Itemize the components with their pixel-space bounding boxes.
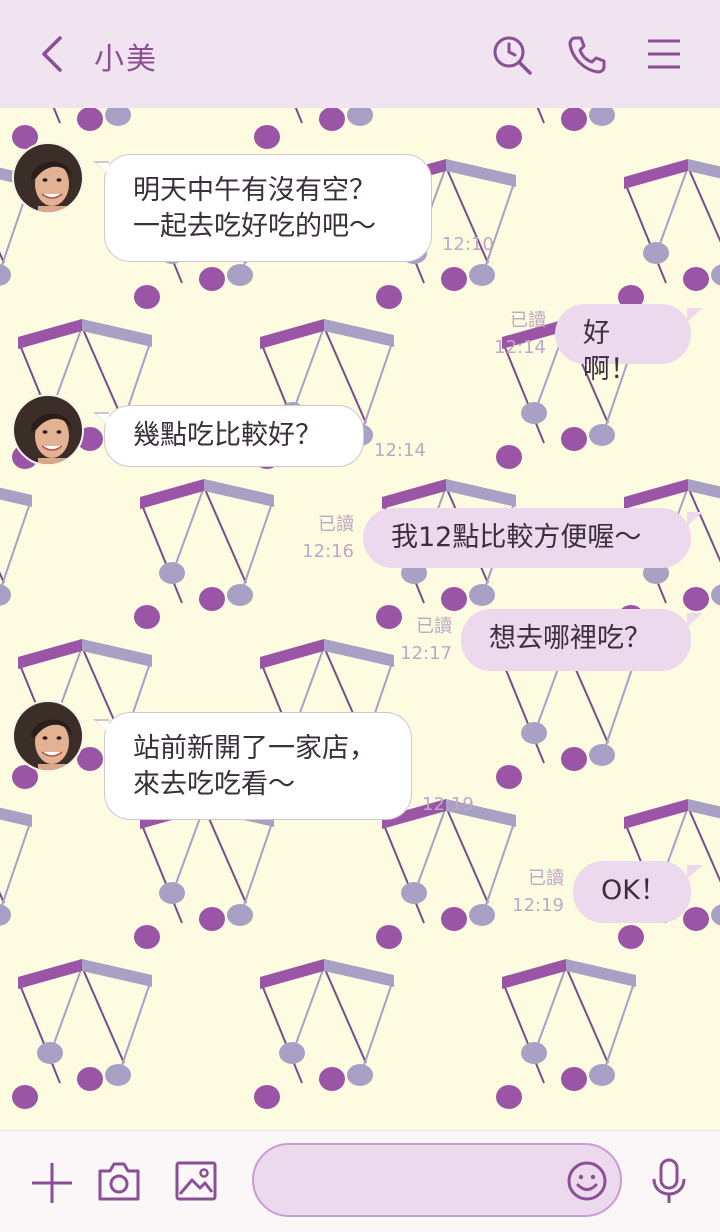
contact-name: 小美 [94, 42, 158, 77]
music-note-decoration [0, 807, 32, 926]
message-bubble-incoming[interactable]: 明天中午有沒有空？ 一起去吃好吃的吧～ [93, 154, 432, 262]
message-time: 12:19 [422, 794, 474, 815]
music-note-decoration [12, 959, 152, 1109]
music-note-decoration [618, 159, 720, 309]
menu-icon[interactable] [646, 36, 682, 72]
chat-header: 小美 [0, 0, 720, 108]
plus-icon[interactable] [30, 1161, 74, 1205]
avatar[interactable] [12, 394, 84, 466]
back-chevron-icon[interactable] [36, 34, 70, 74]
message-time: 12:16 [302, 541, 354, 562]
message-bubble-outgoing[interactable]: 好啊！ [555, 304, 703, 385]
message-bubble-outgoing[interactable]: 我12點比較方便喔～ [363, 508, 703, 568]
music-note-decoration [496, 959, 636, 1109]
camera-icon[interactable] [96, 1159, 142, 1203]
emoji-icon[interactable] [566, 1160, 608, 1202]
read-receipt: 已讀 [528, 868, 564, 889]
read-receipt: 已讀 [416, 616, 452, 637]
avatar[interactable] [12, 700, 84, 772]
message-time: 12:14 [494, 337, 546, 358]
music-note-decoration [254, 108, 373, 149]
message-time: 12:14 [374, 440, 426, 461]
read-receipt: 已讀 [318, 514, 354, 535]
music-note-decoration [134, 799, 274, 949]
music-note-decoration [496, 108, 615, 149]
music-note-decoration [376, 799, 516, 949]
message-bubble-outgoing[interactable]: OK！ [573, 861, 703, 923]
message-bubble-incoming[interactable]: 幾點吃比較好？ [93, 405, 364, 467]
message-bubble-incoming[interactable]: 站前新開了一家店， 來去吃吃看～ [93, 712, 412, 820]
chat-area[interactable]: 明天中午有沒有空？ 一起去吃好吃的吧～ 12:10 已讀 12:14 好啊！ 幾… [0, 108, 720, 1130]
music-note-decoration [12, 108, 131, 149]
music-note-decoration [134, 479, 274, 629]
phone-icon[interactable] [566, 34, 608, 76]
message-time: 12:10 [442, 234, 494, 255]
microphone-icon[interactable] [650, 1157, 688, 1205]
message-bubble-outgoing[interactable]: 想去哪裡吃？ [461, 609, 703, 671]
search-history-icon[interactable] [490, 33, 534, 77]
image-icon[interactable] [174, 1160, 218, 1202]
input-bar [0, 1130, 720, 1232]
music-note-decoration [0, 487, 32, 606]
message-time: 12:17 [400, 643, 452, 664]
message-time: 12:19 [512, 895, 564, 916]
read-receipt: 已讀 [510, 310, 546, 331]
music-note-decoration [254, 959, 394, 1109]
avatar[interactable] [12, 142, 84, 214]
